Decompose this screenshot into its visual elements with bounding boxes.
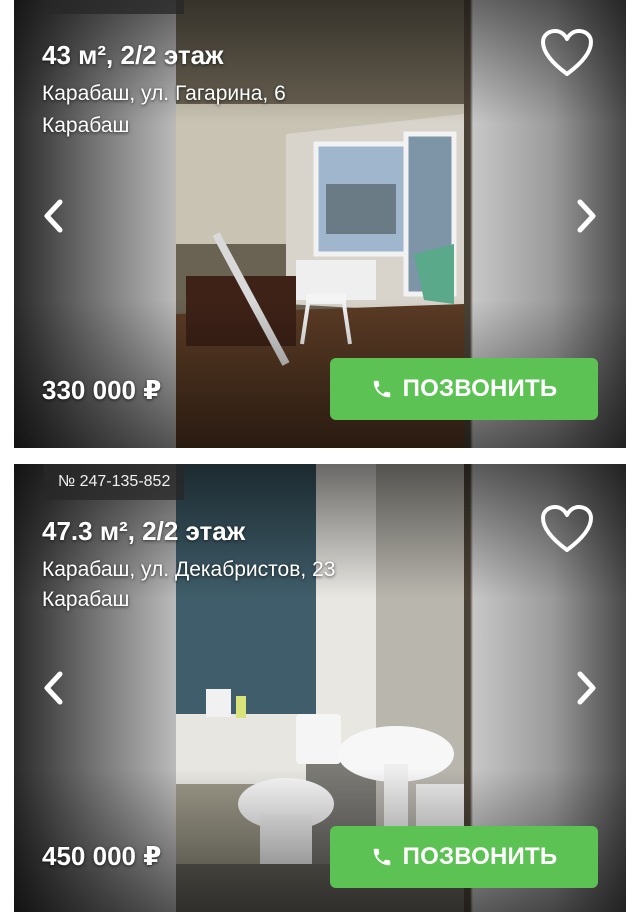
phone-icon xyxy=(373,848,390,866)
call-button-label: ПОЗВОНИТЬ xyxy=(402,843,558,870)
listing-address: Карабаш, ул. Гагарина, 6 xyxy=(42,82,286,105)
heart-outline-icon[interactable] xyxy=(540,504,594,554)
chevron-right-icon[interactable] xyxy=(574,668,600,708)
listing-card[interactable]: № 247-135-852 47.3 м², 2/2 этаж Карабаш,… xyxy=(14,464,626,912)
listing-title: 47.3 м², 2/2 этаж xyxy=(42,516,246,546)
phone-icon xyxy=(373,380,390,398)
chevron-right-icon[interactable] xyxy=(574,196,600,236)
listing-card[interactable]: № 217-058-187 43 м², 2/2 этаж Карабаш, у… xyxy=(14,0,626,448)
listing-city: Карабаш xyxy=(42,114,130,137)
heart-outline-icon[interactable] xyxy=(540,28,594,78)
call-button[interactable]: ПОЗВОНИТЬ xyxy=(330,826,598,888)
listing-city: Карабаш xyxy=(42,588,130,611)
call-button[interactable]: ПОЗВОНИТЬ xyxy=(330,358,598,420)
listing-price: 450 000 ₽ xyxy=(42,841,162,871)
listing-address: Карабаш, ул. Декабристов, 23 xyxy=(42,558,336,581)
listing-id-badge: № 247-135-852 xyxy=(44,464,185,500)
listing-title: 43 м², 2/2 этаж xyxy=(42,40,224,70)
call-button-label: ПОЗВОНИТЬ xyxy=(402,375,558,402)
listing-price: 330 000 ₽ xyxy=(42,375,162,405)
chevron-left-icon[interactable] xyxy=(40,196,66,236)
chevron-left-icon[interactable] xyxy=(40,668,66,708)
listing-id-badge: № 217-058-187 xyxy=(44,0,185,14)
